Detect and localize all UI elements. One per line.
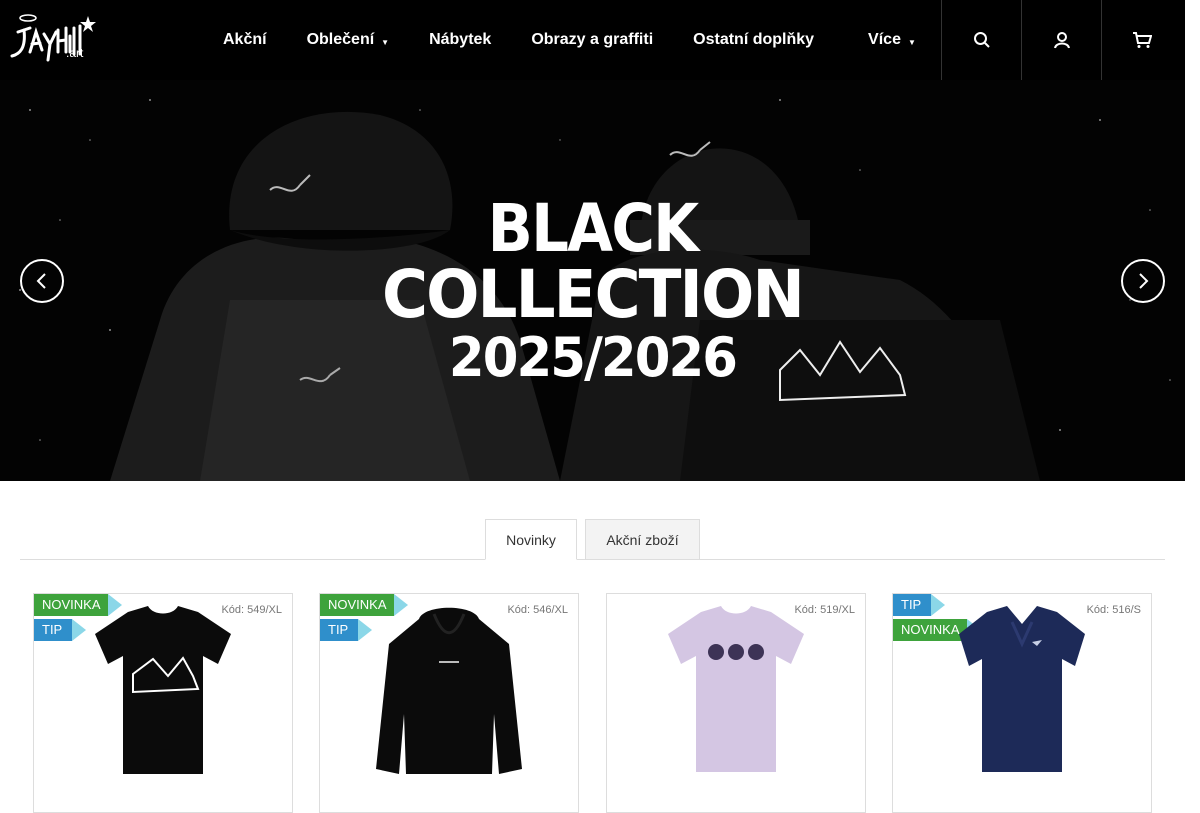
tab-label: Akční zboží — [606, 531, 679, 548]
cart-icon — [1132, 32, 1152, 48]
nav-item-akcni[interactable]: Akční — [203, 0, 287, 80]
nav-item-obleceni[interactable]: Oblečení ▼ — [287, 0, 410, 80]
chevron-down-icon: ▼ — [381, 37, 390, 47]
badge-tip: TIP — [893, 594, 945, 616]
chevron-right-icon — [1139, 273, 1149, 289]
product-image[interactable] — [957, 604, 1087, 774]
nav-label: Ostatní doplňky — [693, 31, 815, 48]
nav-label: Nábytek — [429, 31, 492, 48]
slider-next-button[interactable] — [1121, 259, 1165, 303]
chevron-left-icon — [36, 273, 46, 289]
product-card[interactable]: TIP NOVINKA Kód: 516/S — [892, 593, 1152, 813]
search-icon — [973, 32, 990, 48]
tab-label: Novinky — [506, 531, 556, 548]
cart-button[interactable] — [1101, 0, 1181, 80]
product-image[interactable] — [374, 604, 524, 779]
site-logo[interactable]: .art — [6, 10, 96, 70]
nav-item-doplnky[interactable]: Ostatní doplňky — [673, 0, 834, 80]
nav-item-nabytek[interactable]: Nábytek — [409, 0, 511, 80]
user-icon — [1053, 32, 1070, 49]
hero-title-line2: COLLECTION — [382, 256, 805, 333]
badge-novinka: NOVINKA — [893, 619, 981, 641]
product-card[interactable]: NOVINKA TIP Kód: 546/XL — [319, 593, 579, 813]
hero-title-line3: 2025/2026 — [448, 326, 738, 389]
hero-banner[interactable]: BLACK COLLECTION 2025/2026 — [0, 80, 1185, 481]
product-image[interactable] — [93, 604, 233, 779]
product-code: Kód: 516/S — [1086, 604, 1141, 616]
nav-label: Více — [868, 31, 901, 48]
account-button[interactable] — [1021, 0, 1101, 80]
product-card[interactable]: NOVINKA TIP Kód: 549/XL — [33, 593, 293, 813]
tab-akcni-zbozi[interactable]: Akční zboží — [585, 519, 700, 560]
product-card[interactable]: Kód: 519/XL — [606, 593, 866, 813]
nav-label: Oblečení — [306, 31, 375, 48]
site-header: .art Akční Oblečení ▼ Nábytek Obrazy a gr… — [0, 0, 1185, 80]
logo-sub: .art — [66, 46, 84, 60]
product-image[interactable] — [666, 604, 806, 774]
nav-label: Akční — [223, 31, 267, 48]
nav-item-vice[interactable]: Více ▼ — [848, 0, 936, 80]
slider-prev-button[interactable] — [20, 259, 64, 303]
tab-novinky[interactable]: Novinky — [485, 519, 577, 560]
badge-tip: TIP — [320, 619, 372, 641]
badge-tip: TIP — [34, 619, 86, 641]
main-nav: Akční Oblečení ▼ Nábytek Obrazy a graffit… — [203, 0, 936, 80]
search-button[interactable] — [941, 0, 1021, 80]
nav-item-obrazy[interactable]: Obrazy a graffiti — [511, 0, 673, 80]
nav-label: Obrazy a graffiti — [531, 31, 654, 48]
chevron-down-icon: ▼ — [907, 37, 916, 47]
